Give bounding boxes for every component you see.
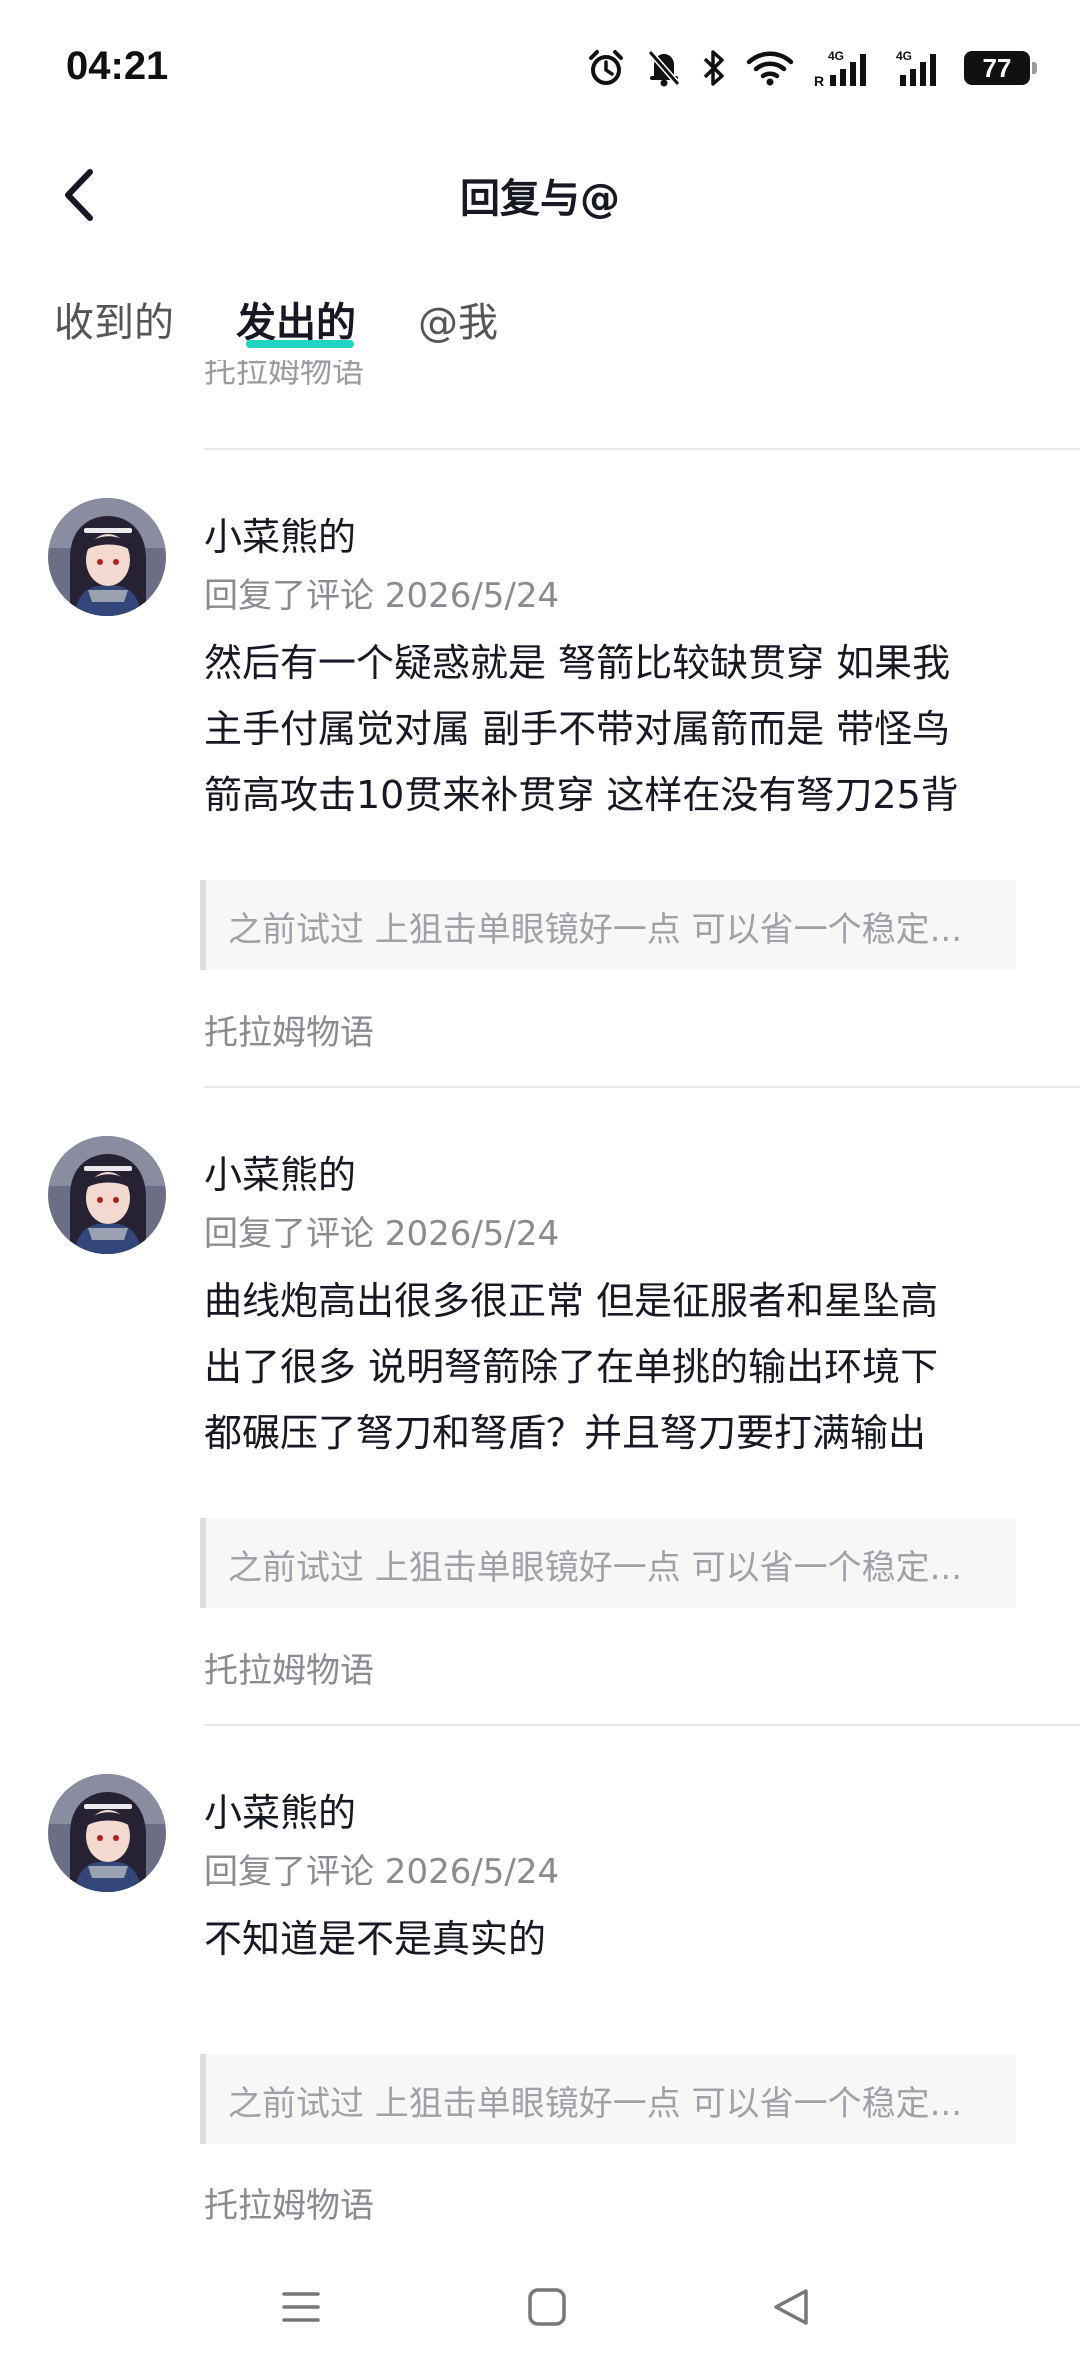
- user-name[interactable]: 小菜熊的: [204, 1144, 356, 1199]
- reply-content: 曲线炮高出很多很正常 但是征服者和星坠高 出了很多 说明弩箭除了在单挑的输出环境…: [204, 1268, 1034, 1466]
- list-item[interactable]: 小菜熊的 回复了评论 2026/5/24 不知道是不是真实的 之前试过 上狙击单…: [0, 1726, 1080, 2246]
- quoted-text: 之前试过 上狙击单眼镜好一点 可以省一个稳定...: [228, 1548, 963, 1588]
- bluetooth-icon: [703, 50, 724, 86]
- tab-mentions[interactable]: @我: [418, 290, 498, 348]
- content-line: 曲线炮高出很多很正常 但是征服者和星坠高: [204, 1279, 939, 1323]
- signal-4g-icon: 4G: [896, 49, 936, 86]
- source-label[interactable]: 托拉姆物语: [204, 2178, 374, 2227]
- clipped-source: 托拉姆物语: [204, 360, 364, 410]
- signal-4g-roaming-icon: 4G R: [814, 49, 866, 88]
- avatar[interactable]: [48, 1774, 166, 1892]
- reply-content: 不知道是不是真实的: [204, 1906, 1034, 1972]
- header: 回复与@: [0, 140, 1080, 250]
- content-line: 箭高攻击10贯来补贯穿 这样在没有弩刀25背: [204, 773, 959, 817]
- list-item[interactable]: 小菜熊的 回复了评论 2026/5/24 曲线炮高出很多很正常 但是征服者和星坠…: [0, 1088, 1080, 1724]
- system-nav-bar: [0, 2250, 1080, 2377]
- reply-meta: 回复了评论 2026/5/24: [204, 576, 560, 616]
- quoted-text: 之前试过 上狙击单眼镜好一点 可以省一个稳定...: [228, 2084, 963, 2124]
- status-icons: 4G R 4G 77: [586, 44, 1037, 92]
- battery-icon: 77: [964, 51, 1037, 85]
- status-bar: 04:21 4G R 4G 77: [0, 0, 1080, 140]
- home-square-icon[interactable]: [526, 2286, 568, 2328]
- tab-bar: 收到的 发出的 @我: [0, 290, 1080, 360]
- content-line: 不知道是不是真实的: [204, 1917, 547, 1961]
- quoted-comment[interactable]: 之前试过 上狙击单眼镜好一点 可以省一个稳定...: [200, 2054, 1016, 2144]
- menu-icon[interactable]: [280, 2286, 322, 2328]
- mute-bell-icon: [647, 50, 681, 87]
- tab-received[interactable]: 收到的: [54, 290, 174, 348]
- user-name[interactable]: 小菜熊的: [204, 506, 356, 561]
- content-line: 出了很多 说明弩箭除了在单挑的输出环境下: [204, 1345, 939, 1389]
- alarm-icon: [589, 50, 623, 85]
- avatar[interactable]: [48, 498, 166, 616]
- content-line: 主手付属觉对属 副手不带对属箭而是 带怪鸟: [204, 707, 951, 751]
- source-label[interactable]: 托拉姆物语: [204, 1005, 374, 1054]
- back-triangle-icon[interactable]: [770, 2286, 812, 2328]
- svg-text:R: R: [814, 73, 824, 88]
- list-item[interactable]: 小菜熊的 回复了评论 2026/5/24 然后有一个疑惑就是 弩箭比较缺贯穿 如…: [0, 450, 1080, 1086]
- avatar[interactable]: [48, 1136, 166, 1254]
- svg-text:4G: 4G: [896, 49, 912, 63]
- svg-text:4G: 4G: [828, 49, 844, 63]
- battery-level: 77: [982, 52, 1012, 83]
- page-title: 回复与@: [460, 176, 620, 222]
- reply-meta: 回复了评论 2026/5/24: [204, 1852, 560, 1892]
- source-label[interactable]: 托拉姆物语: [204, 1643, 374, 1692]
- source-label[interactable]: 托拉姆物语: [204, 360, 364, 392]
- quoted-comment[interactable]: 之前试过 上狙击单眼镜好一点 可以省一个稳定...: [200, 1518, 1016, 1608]
- quoted-text: 之前试过 上狙击单眼镜好一点 可以省一个稳定...: [228, 910, 963, 950]
- wifi-icon: [746, 51, 794, 86]
- reply-meta: 回复了评论 2026/5/24: [204, 1214, 560, 1254]
- content-line: 然后有一个疑惑就是 弩箭比较缺贯穿 如果我: [204, 641, 951, 685]
- quoted-comment[interactable]: 之前试过 上狙击单眼镜好一点 可以省一个稳定...: [200, 880, 1016, 970]
- user-name[interactable]: 小菜熊的: [204, 1782, 356, 1837]
- reply-content: 然后有一个疑惑就是 弩箭比较缺贯穿 如果我 主手付属觉对属 副手不带对属箭而是 …: [204, 630, 1034, 828]
- content-line: 都碾压了弩刀和弩盾？并且弩刀要打满输出: [204, 1411, 927, 1455]
- active-tab-indicator: [246, 340, 354, 348]
- status-time: 04:21: [66, 44, 169, 88]
